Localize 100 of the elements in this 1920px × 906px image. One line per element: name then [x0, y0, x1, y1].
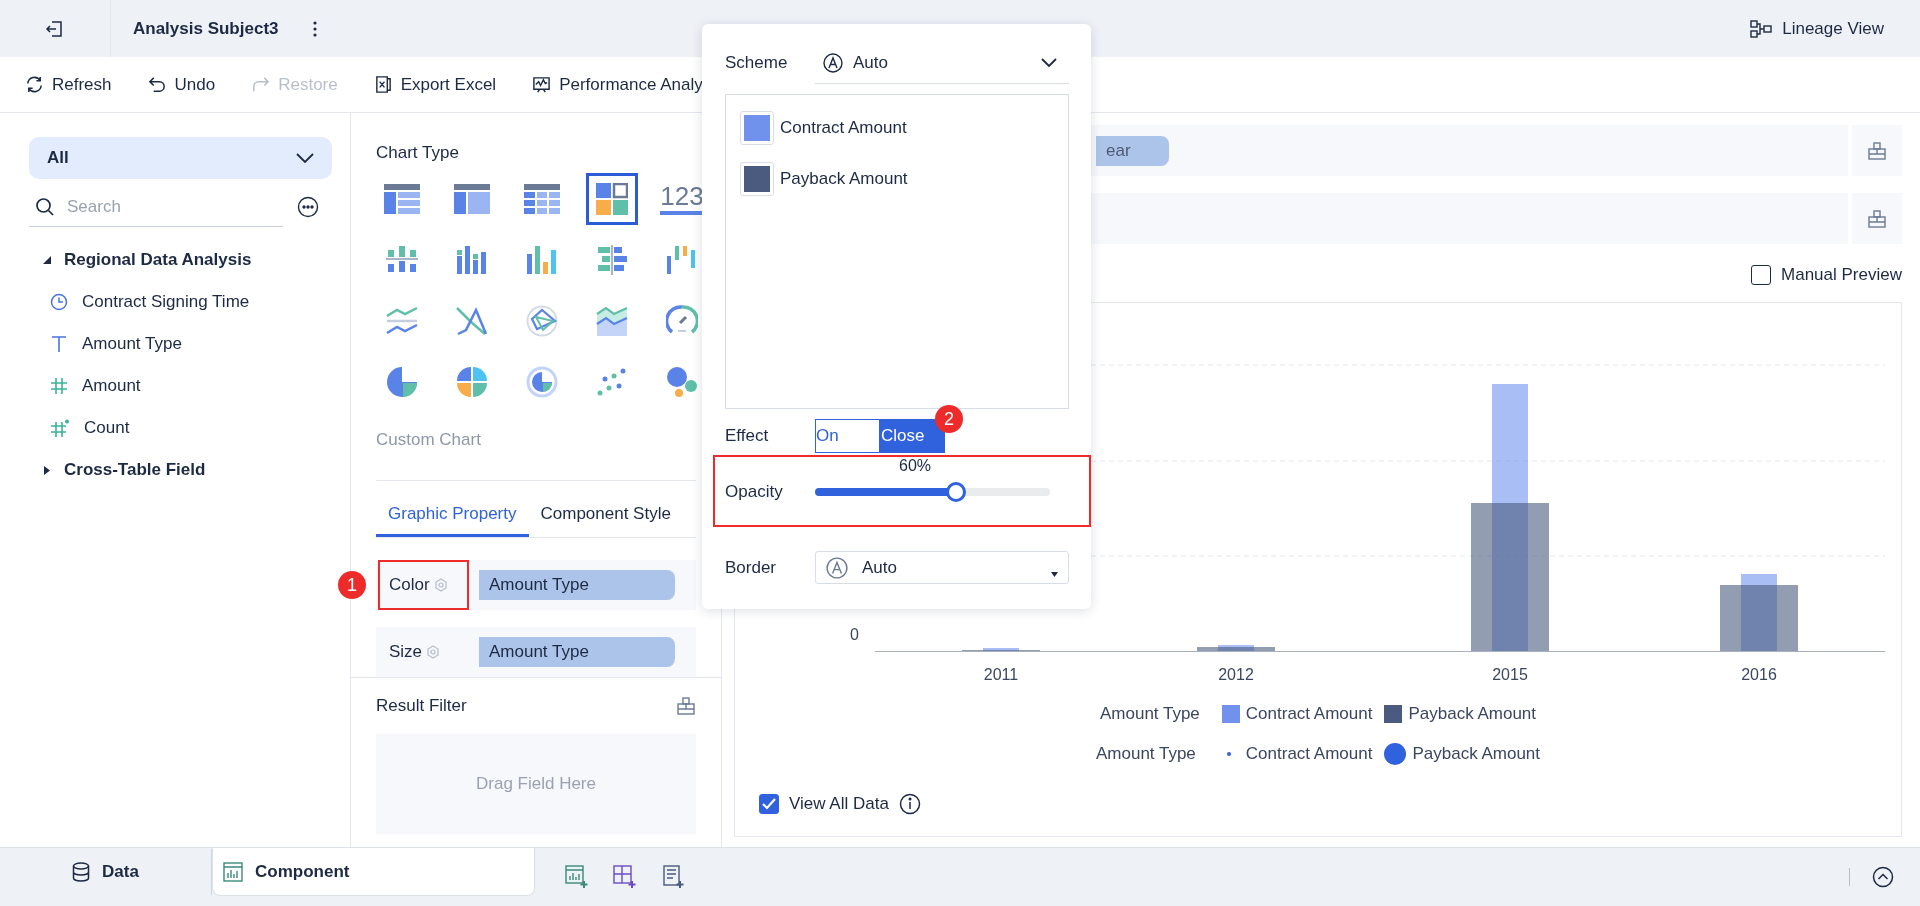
database-icon: [72, 862, 91, 882]
tree-group[interactable]: Cross-Table Field: [29, 449, 350, 491]
field-item[interactable]: Amount Type: [29, 323, 350, 365]
field-pill[interactable]: Amount Type: [479, 570, 675, 600]
hierarchy-icon[interactable]: [1867, 140, 1887, 161]
legend-label[interactable]: Payback Amount: [1412, 744, 1541, 764]
lineage-icon: [1750, 19, 1773, 38]
field-label: Scheme: [725, 53, 789, 73]
bar-chart-icon: [666, 244, 698, 276]
excel-icon: [373, 75, 393, 94]
scheme-dropdown[interactable]: Auto: [815, 42, 1069, 84]
legend-title: Amount Type: [1095, 744, 1196, 764]
add-grid-icon[interactable]: [613, 865, 637, 889]
more-icon[interactable]: [312, 20, 317, 37]
checkbox-label: View All Data: [789, 794, 889, 814]
bar-chart-icon: [596, 244, 628, 276]
chevron-down-icon: [1041, 57, 1057, 68]
add-report-icon[interactable]: [661, 865, 685, 889]
text-type-icon: [50, 335, 68, 353]
window-title: Analysis Subject3: [133, 18, 279, 39]
legend-label[interactable]: Contract Amount: [1245, 704, 1373, 724]
segment-option[interactable]: On: [815, 419, 880, 453]
section-heading: Result Filter: [376, 696, 467, 716]
info-icon[interactable]: [898, 793, 921, 815]
slider-value: 60%: [898, 457, 932, 475]
more-icon[interactable]: [297, 196, 319, 218]
radar-chart-icon: [526, 305, 558, 337]
section-heading: Custom Chart: [376, 430, 482, 450]
tab[interactable]: Graphic Property: [376, 493, 529, 537]
hierarchy-icon[interactable]: [1867, 208, 1887, 229]
undo-icon: [147, 75, 167, 94]
chart-type-button[interactable]: [586, 173, 638, 225]
table-icon: [384, 184, 420, 214]
legend-label[interactable]: Contract Amount: [1245, 744, 1373, 764]
checkbox-label: Manual Preview: [1781, 265, 1902, 285]
clock-icon: [50, 293, 68, 311]
redo-icon: [251, 75, 271, 94]
bar-chart-icon: [223, 861, 243, 882]
tiles-icon: [596, 183, 628, 215]
slider-thumb[interactable]: [946, 482, 966, 502]
collapse-icon[interactable]: [1872, 866, 1894, 888]
line-chart-icon: [456, 306, 488, 336]
property-name: Color: [389, 575, 430, 595]
field-item[interactable]: Contract Signing Time: [29, 281, 350, 323]
toolbar-button[interactable]: Refresh: [25, 74, 112, 95]
field-label: Border: [725, 557, 778, 578]
legend-dot: [1384, 743, 1407, 765]
x-axis-label: 2016: [1741, 666, 1777, 683]
bottom-tab[interactable]: Component: [212, 848, 535, 896]
field-item[interactable]: Amount: [29, 365, 350, 407]
border-dropdown[interactable]: Auto: [815, 551, 1069, 584]
refresh-icon: [25, 75, 44, 94]
table-icon: [524, 184, 560, 214]
x-axis-label: 2015: [1492, 666, 1528, 683]
hierarchy-icon[interactable]: [676, 696, 696, 716]
hash-icon: [50, 377, 68, 395]
legend-label[interactable]: Payback Amount: [1408, 704, 1537, 724]
scope-dropdown[interactable]: All: [29, 137, 332, 179]
hash-star-icon: [50, 419, 70, 437]
bar-chart-icon: [456, 244, 488, 276]
field-pill[interactable]: ear: [1096, 135, 1169, 166]
callout-badge: 2: [935, 405, 963, 433]
legend-title: Amount Type: [1099, 704, 1200, 724]
legend-dot: [1226, 752, 1231, 756]
lineage-view-button[interactable]: Lineage View: [1750, 18, 1884, 39]
table-icon: [454, 184, 490, 214]
pie-chart-icon: [386, 366, 418, 398]
section-heading: Chart Type: [376, 143, 460, 163]
area-chart-icon: [596, 306, 628, 336]
chevron-down-icon: [296, 153, 314, 163]
search-icon: [35, 196, 55, 217]
toolbar-button[interactable]: Export Excel: [373, 74, 497, 95]
tab[interactable]: Component Style: [528, 493, 683, 537]
exit-icon[interactable]: [45, 18, 65, 39]
toolbar-button[interactable]: Performance Analy: [532, 74, 703, 95]
x-axis-label: 2012: [1218, 666, 1254, 683]
field-pill[interactable]: Amount Type: [479, 637, 675, 667]
field-item[interactable]: Count: [29, 407, 350, 449]
callout-badge: 1: [338, 571, 366, 599]
pie-chart-icon: [526, 366, 558, 398]
scatter-icon: [597, 368, 627, 396]
property-name: Size: [389, 642, 423, 662]
toolbar-button[interactable]: Undo: [147, 74, 216, 95]
field-label: Opacity: [725, 482, 784, 502]
checkbox[interactable]: [1751, 265, 1772, 285]
drop-hint: Drag Field Here: [476, 774, 596, 794]
tree-group[interactable]: Regional Data Analysis: [29, 239, 350, 281]
pie-chart-icon: [456, 366, 488, 398]
auto-icon: [823, 52, 843, 73]
x-axis-label: 2011: [983, 666, 1019, 683]
add-chart-icon[interactable]: [565, 865, 589, 889]
performance-icon: [532, 75, 552, 94]
search-field[interactable]: Search: [65, 195, 269, 218]
segment-option[interactable]: Close: [880, 419, 945, 453]
field-label: Effect: [725, 426, 770, 446]
y-axis-label: 0: [850, 626, 859, 643]
bar-chart-icon: [526, 244, 558, 276]
checkbox[interactable]: [759, 794, 779, 814]
caret-down-icon: [1051, 572, 1058, 577]
auto-icon: [826, 556, 848, 579]
